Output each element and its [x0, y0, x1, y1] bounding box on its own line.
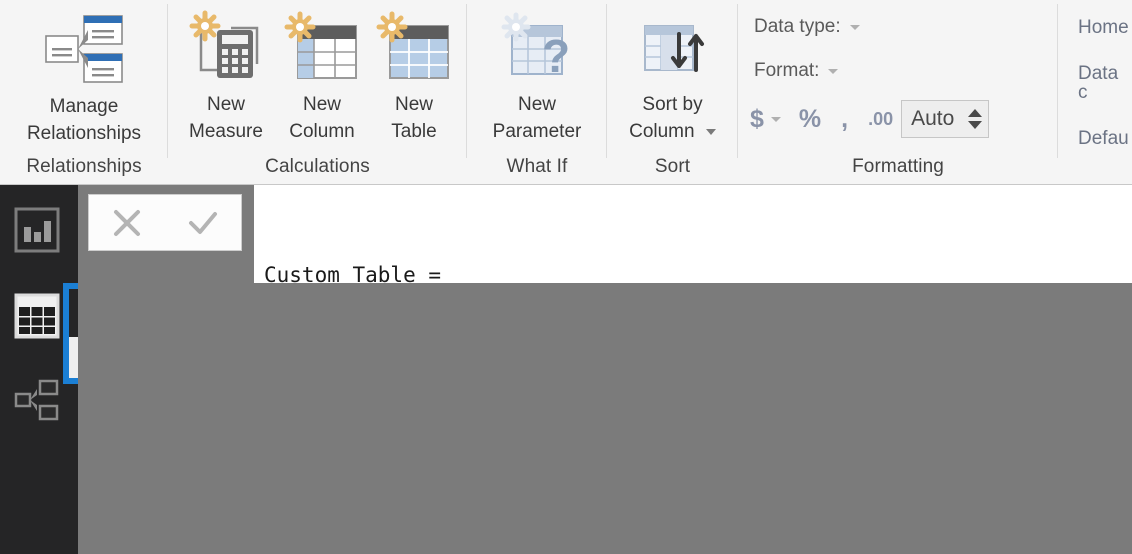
ribbon-group-calculations: New Measure New Column New Table Calcula… — [168, 0, 467, 184]
new-parameter-label-line2: Parameter — [492, 121, 582, 142]
new-measure-button[interactable]: New Measure — [176, 10, 276, 145]
data-view-canvas — [78, 283, 1132, 554]
currency-button[interactable]: $ — [750, 105, 764, 134]
new-parameter-button[interactable]: ? New Parameter — [467, 10, 607, 145]
format-label: Format: — [754, 60, 820, 81]
new-column-icon — [281, 10, 363, 91]
new-column-button[interactable]: New Column — [276, 10, 368, 145]
new-table-button[interactable]: New Table — [368, 10, 460, 145]
sort-by-column-button[interactable]: Sort by Column — [607, 10, 738, 145]
ribbon-group-label-calculations: Calculations — [265, 156, 370, 177]
properties-item-data-category[interactable]: Data c — [1078, 64, 1132, 102]
svg-text:?: ? — [542, 30, 570, 82]
decimal-places-value: Auto — [911, 107, 955, 130]
sort-by-column-line2-text: Column — [629, 121, 695, 142]
new-parameter-icon: ? — [496, 10, 578, 91]
percent-button[interactable]: % — [799, 105, 821, 134]
spinner-down-icon[interactable] — [968, 121, 983, 129]
new-column-label-line1: New — [302, 94, 341, 115]
sort-by-column-icon — [632, 10, 714, 91]
decimal-places-stepper[interactable]: Auto — [901, 100, 990, 138]
format-row[interactable]: Format: — [754, 60, 839, 82]
manage-relationships-button[interactable]: Manage Relationships — [0, 10, 168, 147]
relationships-icon — [42, 10, 126, 93]
sort-by-column-label-line1: Sort by — [642, 94, 703, 115]
ribbon-group-formatting: Data type: Format: $ % , .00 Auto Format… — [738, 0, 1058, 184]
new-table-label-line1: New — [394, 94, 433, 115]
properties-item-default-summarization[interactable]: Defau — [1078, 129, 1132, 148]
ribbon-group-what-if: ? New Parameter What If — [467, 0, 607, 184]
properties-item-home[interactable]: Home — [1078, 18, 1132, 37]
group-separator — [1057, 4, 1058, 158]
decimal-places-icon[interactable]: .00 — [868, 109, 893, 130]
new-table-label-line2: Table — [391, 121, 437, 142]
spinner-up-icon[interactable] — [968, 109, 983, 117]
chevron-down-icon[interactable] — [705, 128, 716, 135]
new-table-icon — [373, 10, 455, 91]
sidebar-item-model-view[interactable] — [14, 377, 60, 428]
new-measure-label-line1: New — [206, 94, 245, 115]
data-type-chevron-down-icon[interactable] — [849, 24, 860, 30]
data-type-row[interactable]: Data type: — [754, 16, 860, 38]
ribbon-group-label-what-if: What If — [506, 156, 568, 177]
cancel-formula-button[interactable] — [89, 195, 165, 250]
ribbon-group-relationships: Manage Relationships Relationships — [0, 0, 168, 184]
manage-relationships-label-line2: Relationships — [26, 123, 142, 144]
sidebar-item-report-view[interactable] — [14, 207, 60, 258]
formula-bar-actions — [88, 194, 242, 251]
decimal-places-spinner[interactable] — [968, 109, 983, 129]
ribbon-group-sort: Sort by Column Sort — [607, 0, 738, 184]
formula-bar: Custom Table = ROW( "Groups", "Top", "Mi… — [78, 185, 1132, 380]
ribbon: Manage Relationships Relationships New M… — [0, 0, 1132, 185]
format-chevron-down-icon[interactable] — [828, 68, 839, 74]
new-measure-icon — [185, 10, 267, 91]
formula-input[interactable]: Custom Table = ROW( "Groups", "Top", "Mi… — [254, 185, 1132, 380]
currency-chevron-down-icon[interactable] — [770, 116, 781, 122]
data-type-label: Data type: — [754, 16, 841, 37]
sort-by-column-label-line2: Column — [629, 118, 716, 145]
commit-formula-button[interactable] — [165, 195, 241, 250]
new-measure-label-line2: Measure — [189, 121, 263, 142]
new-parameter-label-line1: New — [517, 94, 556, 115]
new-column-label-line2: Column — [289, 121, 355, 142]
power-bi-window: Manage Relationships Relationships New M… — [0, 0, 1132, 554]
ribbon-group-label-relationships: Relationships — [26, 156, 142, 177]
properties-group: Home Data c Defau — [1078, 18, 1132, 148]
sidebar-item-data-view[interactable] — [14, 293, 60, 344]
manage-relationships-label-line1: Manage — [49, 96, 119, 117]
format-toolbar: $ % , .00 Auto — [750, 100, 990, 138]
thousands-separator-button[interactable]: , — [841, 105, 848, 134]
ribbon-group-label-formatting: Formatting — [852, 156, 944, 177]
ribbon-group-label-sort: Sort — [654, 156, 691, 177]
